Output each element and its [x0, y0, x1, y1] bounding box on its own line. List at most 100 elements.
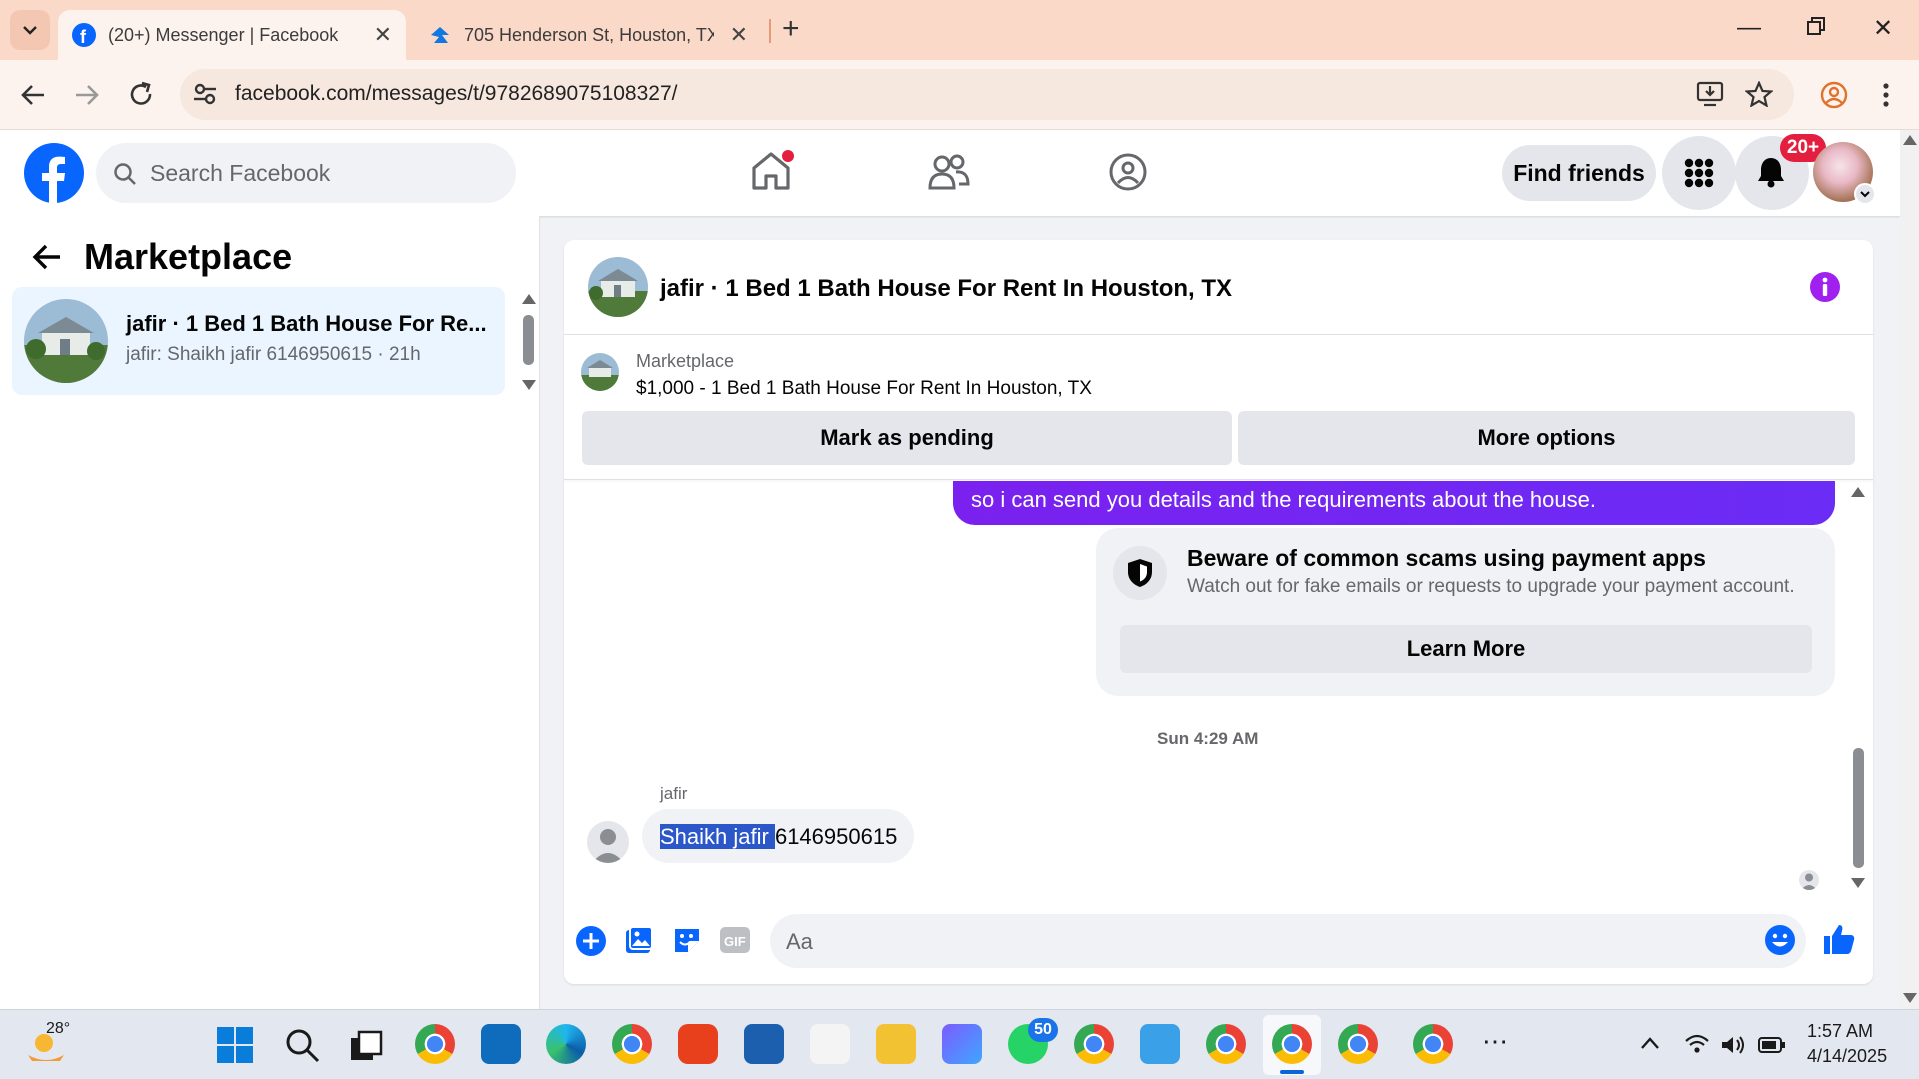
zillow-icon	[431, 27, 449, 43]
house-photo	[588, 257, 648, 317]
photos-icon[interactable]	[942, 1024, 982, 1064]
search-icon	[114, 163, 136, 185]
more-options-button[interactable]: More options	[1238, 411, 1855, 465]
list-scroll-up[interactable]	[522, 294, 536, 304]
tab-list-button[interactable]	[10, 10, 50, 50]
listing-divider	[564, 479, 1873, 480]
restore-button[interactable]	[1806, 16, 1826, 36]
listing-thumbnail-small	[581, 353, 619, 391]
restore-icon	[1807, 17, 1825, 35]
chrome-icon[interactable]	[415, 1024, 455, 1064]
task-view-icon[interactable]	[349, 1030, 383, 1062]
install-app-icon[interactable]	[1696, 81, 1724, 107]
marketplace-label: Marketplace	[636, 351, 735, 371]
clock-time[interactable]: 1:57 AM	[1807, 1021, 1873, 1042]
plus-icon[interactable]	[575, 925, 607, 957]
tab-zillow[interactable]: 705 Henderson St, Houston, TX ✕	[414, 10, 762, 60]
close-tab-icon[interactable]: ✕	[730, 22, 748, 48]
message-placeholder: Aa	[786, 929, 813, 954]
emoji-icon[interactable]	[1764, 924, 1796, 956]
minimize-button[interactable]: —	[1737, 14, 1761, 42]
bookmark-star-icon[interactable]	[1745, 81, 1773, 107]
windows-start-icon[interactable]	[216, 1026, 254, 1064]
message-input[interactable]	[770, 914, 1806, 968]
close-window-button[interactable]: ✕	[1873, 14, 1893, 43]
default-avatar-icon	[1801, 873, 1817, 890]
reload-icon[interactable]	[128, 81, 154, 107]
active-app-indicator	[1280, 1070, 1304, 1074]
learn-more-button[interactable]: Learn More	[1120, 625, 1812, 673]
account-menu-chevron[interactable]	[1854, 183, 1876, 205]
microsoft-store-icon[interactable]	[744, 1024, 784, 1064]
chat-scrollbar-thumb[interactable]	[1853, 748, 1864, 868]
chat-title[interactable]: jafir · 1 Bed 1 Bath House For Rent In H…	[660, 275, 1232, 303]
photo-icon[interactable]	[624, 925, 654, 955]
wifi-icon[interactable]	[1684, 1034, 1710, 1054]
chrome-profile-icon[interactable]	[1338, 1024, 1378, 1064]
listing-title[interactable]: $1,000 - 1 Bed 1 Bath House For Rent In …	[636, 378, 1092, 400]
default-avatar-icon	[592, 829, 624, 863]
more-apps-icon[interactable]: ⋯	[1482, 1026, 1508, 1057]
list-scrollbar-thumb[interactable]	[523, 315, 534, 365]
friends-icon[interactable]	[928, 152, 970, 192]
chrome-profile-icon[interactable]	[1413, 1024, 1453, 1064]
seen-avatar	[1799, 870, 1819, 890]
close-tab-icon[interactable]: ✕	[374, 22, 392, 48]
chat-scroll-up[interactable]	[1851, 487, 1865, 497]
back-icon[interactable]	[20, 83, 46, 107]
bell-icon	[1758, 158, 1784, 188]
file-explorer-icon[interactable]	[876, 1024, 916, 1064]
find-friends-button[interactable]: Find friends	[1502, 145, 1656, 201]
outlook-icon[interactable]	[481, 1024, 521, 1064]
sender-name: jafir	[660, 784, 688, 803]
home-notification-dot	[782, 150, 794, 162]
conversation-preview: jafir: Shaikh jafir 6146950615 · 21h	[126, 344, 421, 365]
sticker-icon[interactable]	[672, 925, 702, 955]
svg-text:GIF: GIF	[724, 934, 746, 949]
groups-icon[interactable]	[1108, 152, 1148, 192]
incoming-message: Shaikh jafir 6146950615	[642, 809, 914, 863]
taskbar-search-icon[interactable]	[284, 1027, 320, 1063]
gif-icon[interactable]: GIF	[719, 926, 751, 954]
shield-icon	[1128, 559, 1152, 587]
battery-icon[interactable]	[1758, 1036, 1786, 1054]
house-photo	[24, 299, 108, 383]
listing-thumbnail	[24, 299, 108, 383]
volume-icon[interactable]	[1720, 1034, 1746, 1056]
back-arrow-icon[interactable]	[32, 243, 62, 271]
clock-date[interactable]: 4/14/2025	[1807, 1046, 1887, 1067]
notepad-icon[interactable]	[1140, 1024, 1180, 1064]
sender-avatar[interactable]	[587, 821, 629, 863]
url-text[interactable]: facebook.com/messages/t/9782689075108327…	[235, 82, 678, 106]
new-tab-button[interactable]: +	[782, 12, 800, 46]
like-icon[interactable]	[1822, 922, 1856, 956]
chat-scroll-down[interactable]	[1851, 878, 1865, 888]
site-settings-icon[interactable]	[192, 82, 218, 106]
mark-as-pending-button[interactable]: Mark as pending	[582, 411, 1232, 465]
browser-menu-icon[interactable]	[1882, 82, 1890, 108]
chrome-profile-icon[interactable]	[1272, 1024, 1312, 1064]
facebook-logo-icon[interactable]	[24, 143, 84, 203]
chevron-down-icon	[1860, 190, 1870, 197]
message-text: 6146950615	[774, 824, 898, 849]
info-icon[interactable]	[1809, 271, 1841, 303]
chat-avatar[interactable]	[588, 257, 648, 317]
app-icon[interactable]	[810, 1024, 850, 1064]
message-timestamp: Sun 4:29 AM	[1157, 729, 1259, 748]
page-scrollbar[interactable]	[1900, 130, 1919, 1009]
forward-icon[interactable]	[74, 83, 100, 107]
wps-office-icon[interactable]	[678, 1024, 718, 1064]
list-scroll-down[interactable]	[522, 380, 536, 390]
chrome-profile-icon[interactable]	[1074, 1024, 1114, 1064]
search-placeholder: Search Facebook	[150, 160, 331, 186]
scroll-up-arrow[interactable]	[1903, 135, 1917, 145]
tab-messenger[interactable]: f (20+) Messenger | Facebook ✕	[58, 10, 406, 60]
scroll-down-arrow[interactable]	[1903, 993, 1917, 1003]
show-hidden-icons-chevron[interactable]	[1640, 1036, 1660, 1050]
chrome-profile-icon[interactable]	[1206, 1024, 1246, 1064]
chrome-icon[interactable]	[612, 1024, 652, 1064]
profile-icon[interactable]	[1820, 81, 1848, 109]
panel-title: Marketplace	[84, 236, 293, 277]
selected-text: Shaikh jafir	[660, 824, 775, 849]
edge-icon[interactable]	[546, 1024, 586, 1064]
